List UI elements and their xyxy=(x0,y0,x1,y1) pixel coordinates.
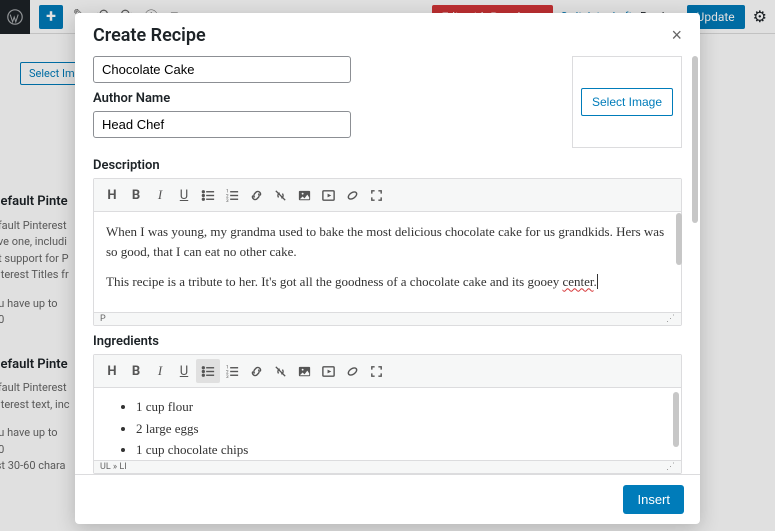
description-textarea[interactable]: When I was young, my grandma used to bak… xyxy=(94,212,681,312)
fullscreen-icon[interactable] xyxy=(364,183,388,207)
heading-icon[interactable]: H xyxy=(100,359,124,383)
author-name-input[interactable] xyxy=(93,111,351,138)
adlink-icon[interactable] xyxy=(340,183,364,207)
link-icon[interactable] xyxy=(244,183,268,207)
modal-body: Author Name Select Image Description H B… xyxy=(75,56,700,474)
bullet-list-icon[interactable] xyxy=(196,183,220,207)
insert-button[interactable]: Insert xyxy=(623,485,684,514)
description-toolbar: H B I U 123 xyxy=(94,179,681,212)
description-paragraph: When I was young, my grandma used to bak… xyxy=(106,222,669,262)
author-name-label: Author Name xyxy=(93,91,554,106)
modal-title: Create Recipe xyxy=(93,25,206,46)
create-recipe-modal: Create Recipe × Author Name Select Image… xyxy=(75,13,700,524)
unlink-icon[interactable] xyxy=(268,183,292,207)
adlink-icon[interactable] xyxy=(340,359,364,383)
ingredients-editor: H B I U 123 1 cup flour 2 large eggs 1 c… xyxy=(93,354,682,474)
bold-icon[interactable]: B xyxy=(124,359,148,383)
scrollbar-thumb[interactable] xyxy=(673,392,679,447)
ingredients-textarea[interactable]: 1 cup flour 2 large eggs 1 cup chocolate… xyxy=(94,388,681,460)
modal-header: Create Recipe × xyxy=(75,13,700,56)
ingredients-label: Ingredients xyxy=(93,334,682,349)
description-paragraph: This recipe is a tribute to her. It's go… xyxy=(106,272,669,292)
editor-path: P xyxy=(100,314,106,324)
image-icon[interactable] xyxy=(292,183,316,207)
editor-path: UL » LI xyxy=(100,462,127,472)
video-icon[interactable] xyxy=(316,183,340,207)
list-item: 1 cup chocolate chips xyxy=(136,440,669,460)
scrollbar-thumb[interactable] xyxy=(676,213,682,265)
bold-icon[interactable]: B xyxy=(124,183,148,207)
resize-grip-icon[interactable]: ⋰ xyxy=(666,314,675,324)
link-icon[interactable] xyxy=(244,359,268,383)
numbered-list-icon[interactable]: 123 xyxy=(220,359,244,383)
list-item: 1 cup flour xyxy=(136,397,669,417)
description-label: Description xyxy=(93,158,682,173)
editor-status-bar: P ⋰ xyxy=(94,312,681,325)
editor-status-bar: UL » LI ⋰ xyxy=(94,460,681,473)
underline-icon[interactable]: U xyxy=(172,359,196,383)
select-image-button[interactable]: Select Image xyxy=(581,88,673,116)
description-editor: H B I U 123 When I was young, my grandma… xyxy=(93,178,682,326)
italic-icon[interactable]: I xyxy=(148,183,172,207)
svg-text:3: 3 xyxy=(225,374,228,379)
unlink-icon[interactable] xyxy=(268,359,292,383)
heading-icon[interactable]: H xyxy=(100,183,124,207)
resize-grip-icon[interactable]: ⋰ xyxy=(666,462,675,472)
close-icon[interactable]: × xyxy=(671,25,682,46)
list-item: 2 large eggs xyxy=(136,419,669,439)
underline-icon[interactable]: U xyxy=(172,183,196,207)
bullet-list-icon[interactable] xyxy=(196,359,220,383)
numbered-list-icon[interactable]: 123 xyxy=(220,183,244,207)
scrollbar-thumb[interactable] xyxy=(692,56,698,223)
video-icon[interactable] xyxy=(316,359,340,383)
recipe-image-box: Select Image xyxy=(572,56,682,148)
modal-footer: Insert xyxy=(75,474,700,524)
svg-text:3: 3 xyxy=(225,198,228,203)
fullscreen-icon[interactable] xyxy=(364,359,388,383)
recipe-name-input[interactable] xyxy=(93,56,351,83)
image-icon[interactable] xyxy=(292,359,316,383)
ingredients-toolbar: H B I U 123 xyxy=(94,355,681,388)
italic-icon[interactable]: I xyxy=(148,359,172,383)
